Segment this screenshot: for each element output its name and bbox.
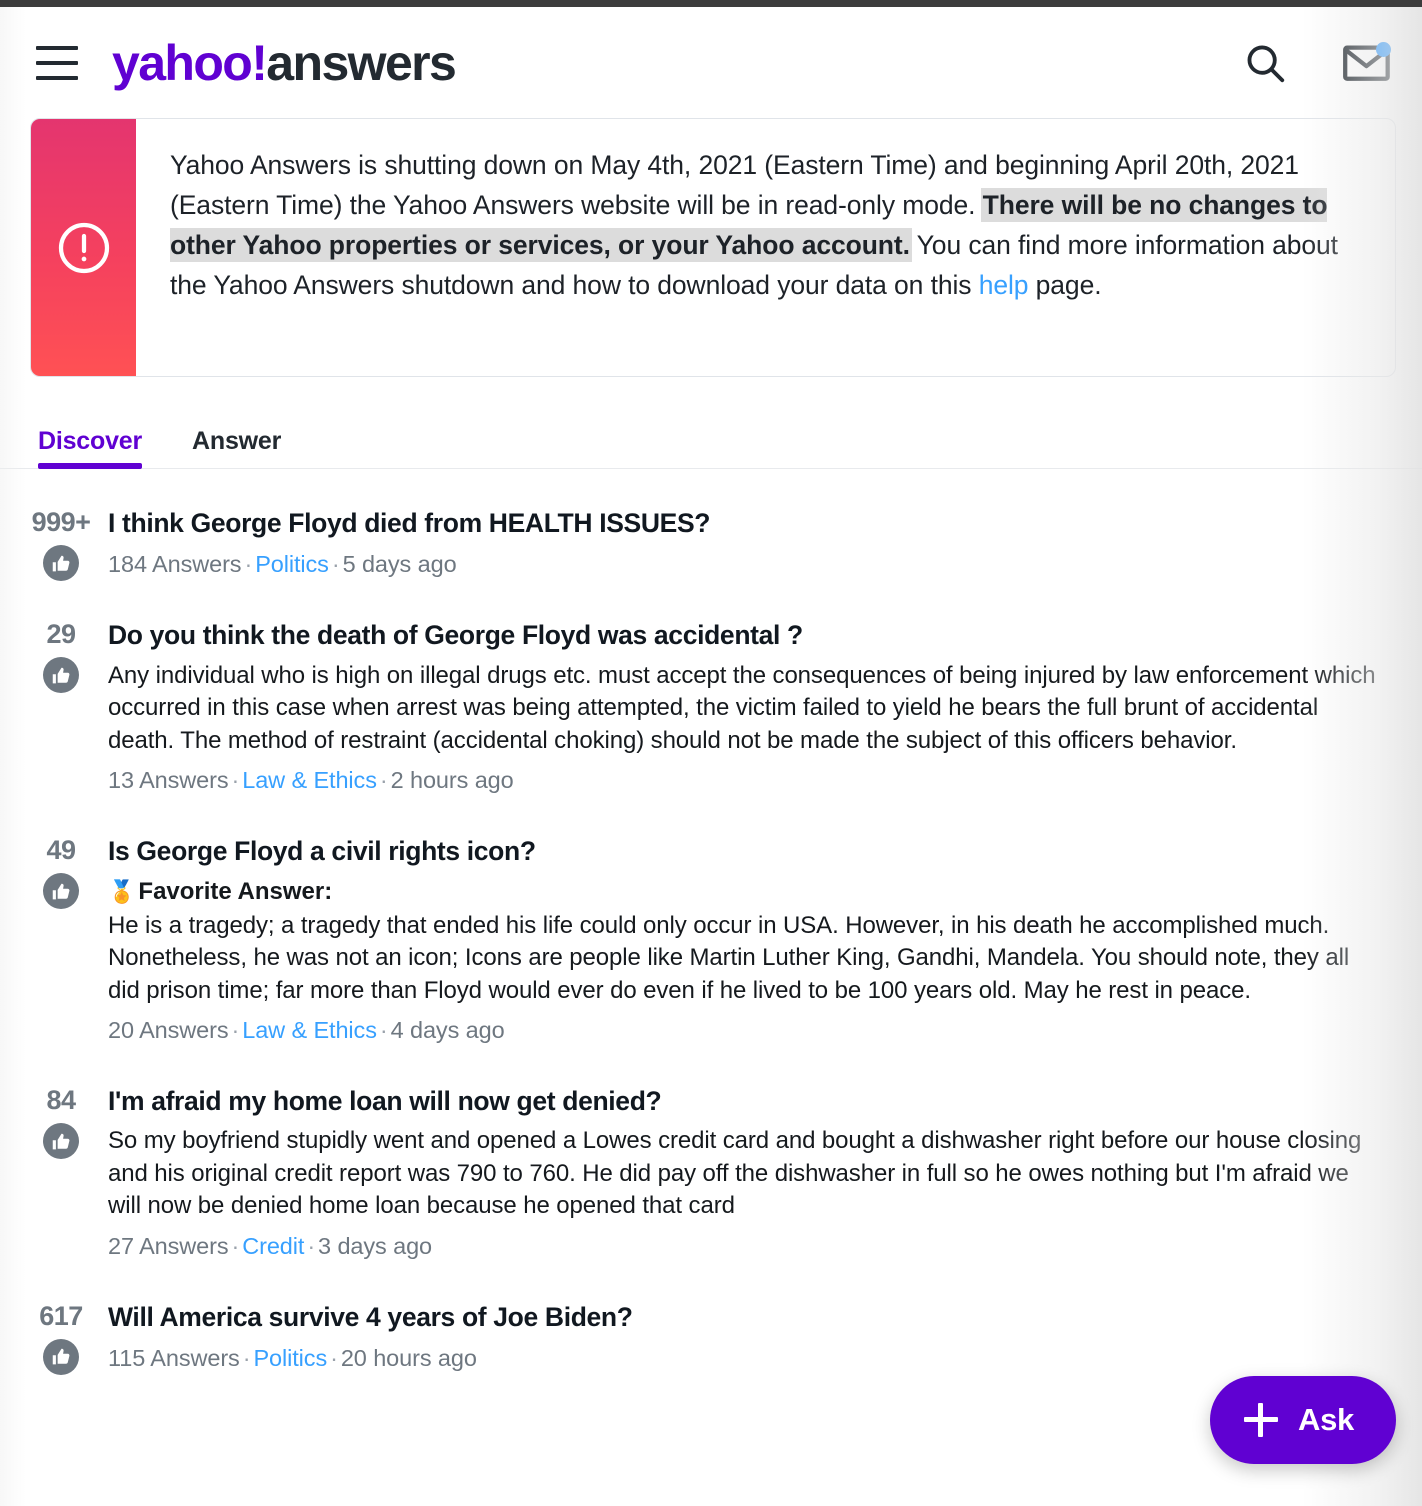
thumbs-up-icon[interactable] — [43, 657, 79, 694]
timestamp: 2 hours ago — [390, 767, 514, 794]
hamburger-line — [36, 45, 78, 50]
thumbs-up-icon[interactable] — [43, 545, 79, 581]
question-item[interactable]: 999+ I think George Floyd died from HEAL… — [14, 469, 1396, 581]
question-footer: 115 Answers · Politics · 20 hours ago — [108, 1341, 1386, 1375]
question-title[interactable]: Will America survive 4 years of Joe Bide… — [108, 1301, 1386, 1333]
exclamation-circle-icon — [58, 222, 109, 273]
mail-envelope-icon[interactable] — [1342, 38, 1392, 88]
question-title[interactable]: I'm afraid my home loan will now get den… — [108, 1085, 1386, 1117]
category-link[interactable]: Law & Ethics — [242, 1017, 377, 1043]
alert-text-part3: page. — [1028, 270, 1102, 300]
question-footer: 27 Answers · Credit · 3 days ago — [108, 1229, 1386, 1263]
shutdown-alert-wrapper: Yahoo Answers is shutting down on May 4t… — [0, 118, 1422, 377]
yahoo-answers-page: yahoo! answers Yahoo Answers is shutting… — [0, 0, 1422, 1506]
question-footer: 184 Answers · Politics · 5 days ago — [108, 547, 1386, 581]
vote-count: 29 — [46, 619, 76, 650]
mail-notification-dot — [1376, 41, 1391, 57]
category-link[interactable]: Credit — [242, 1233, 304, 1259]
vote-column: 84 — [14, 1085, 108, 1263]
alert-accent-bar — [31, 119, 136, 376]
separator: · — [379, 767, 388, 794]
question-snippet: He is a tragedy; a tragedy that ended hi… — [108, 911, 1350, 1004]
help-link[interactable]: help — [979, 270, 1029, 300]
brand-answers-text: answers — [266, 34, 457, 91]
separator: · — [331, 551, 340, 578]
separator: · — [379, 1017, 388, 1044]
thumbs-up-icon[interactable] — [43, 1338, 79, 1375]
vote-column: 999+ — [14, 507, 108, 581]
answer-count: 20 Answers — [108, 1017, 229, 1044]
separator: · — [307, 1232, 316, 1259]
vote-count: 999+ — [31, 507, 91, 537]
question-item[interactable]: 49 Is George Floyd a civil rights icon? … — [14, 797, 1396, 1047]
question-item[interactable]: 29 Do you think the death of George Floy… — [14, 581, 1396, 797]
question-title[interactable]: I think George Floyd died from HEALTH IS… — [108, 507, 1386, 539]
plus-icon — [1244, 1403, 1279, 1437]
question-item[interactable]: 84 I'm afraid my home loan will now get … — [14, 1047, 1396, 1263]
timestamp: 20 hours ago — [340, 1345, 477, 1372]
separator: · — [231, 1017, 240, 1044]
browser-chrome-bar — [0, 0, 1422, 7]
hamburger-line — [36, 75, 78, 80]
answer-count: 13 Answers — [108, 767, 229, 794]
timestamp: 4 days ago — [390, 1017, 505, 1044]
question-feed: 999+ I think George Floyd died from HEAL… — [0, 469, 1422, 1375]
brand-yahoo-text: yahoo! — [112, 34, 268, 91]
gold-medal-icon: 🏅 — [108, 878, 136, 904]
question-snippet: So my boyfriend stupidly went and opened… — [108, 1127, 1362, 1220]
answer-count: 115 Answers — [108, 1345, 240, 1372]
separator: · — [231, 1232, 240, 1259]
question-content: Do you think the death of George Floyd w… — [108, 619, 1396, 797]
tab-answer[interactable]: Answer — [192, 427, 281, 468]
vote-column: 29 — [14, 619, 108, 797]
question-title[interactable]: Is George Floyd a civil rights icon? — [108, 835, 1386, 867]
category-link[interactable]: Politics — [253, 1345, 327, 1371]
question-footer: 13 Answers · Law & Ethics · 2 hours ago — [108, 763, 1386, 797]
search-icon[interactable] — [1240, 38, 1290, 88]
answer-count: 184 Answers — [108, 551, 242, 578]
thumbs-up-icon[interactable] — [43, 1123, 79, 1160]
thumbs-up-icon[interactable] — [43, 873, 79, 910]
separator: · — [242, 1345, 251, 1372]
question-item[interactable]: 617 Will America survive 4 years of Joe … — [14, 1263, 1396, 1375]
vote-column: 617 — [14, 1301, 108, 1375]
question-content: I think George Floyd died from HEALTH IS… — [108, 507, 1396, 581]
ask-button[interactable]: Ask — [1210, 1376, 1396, 1464]
category-link[interactable]: Law & Ethics — [242, 767, 377, 793]
alert-text: Yahoo Answers is shutting down on May 4t… — [136, 119, 1395, 376]
question-snippet: Any individual who is high on illegal dr… — [108, 661, 1376, 754]
category-link[interactable]: Politics — [255, 551, 329, 577]
vote-count: 84 — [46, 1085, 76, 1116]
question-content: Will America survive 4 years of Joe Bide… — [108, 1301, 1396, 1375]
answer-count: 27 Answers — [108, 1232, 229, 1259]
separator: · — [244, 551, 253, 578]
timestamp: 3 days ago — [318, 1232, 433, 1259]
site-header: yahoo! answers — [0, 7, 1422, 118]
hamburger-line — [36, 60, 78, 65]
yahoo-answers-logo[interactable]: yahoo! answers — [112, 34, 457, 91]
feed-tabs: Discover Answer — [0, 377, 1422, 469]
vote-column: 49 — [14, 835, 108, 1047]
favorite-answer-label: 🏅 Favorite Answer: — [108, 876, 1386, 908]
question-title[interactable]: Do you think the death of George Floyd w… — [108, 619, 1386, 651]
header-actions — [1240, 38, 1392, 88]
vote-count: 617 — [39, 1300, 83, 1331]
shutdown-alert: Yahoo Answers is shutting down on May 4t… — [30, 118, 1396, 377]
vote-count: 49 — [46, 835, 76, 866]
question-content: Is George Floyd a civil rights icon? 🏅 Fa… — [108, 835, 1396, 1047]
hamburger-menu-icon[interactable] — [36, 45, 78, 80]
ask-button-label: Ask — [1298, 1402, 1354, 1437]
separator: · — [231, 767, 240, 794]
question-footer: 20 Answers · Law & Ethics · 4 days ago — [108, 1013, 1386, 1047]
question-content: I'm afraid my home loan will now get den… — [108, 1085, 1396, 1263]
timestamp: 5 days ago — [342, 551, 457, 578]
favorite-answer-text: Favorite Answer: — [138, 877, 333, 905]
separator: · — [330, 1345, 338, 1372]
tab-discover[interactable]: Discover — [38, 427, 142, 469]
